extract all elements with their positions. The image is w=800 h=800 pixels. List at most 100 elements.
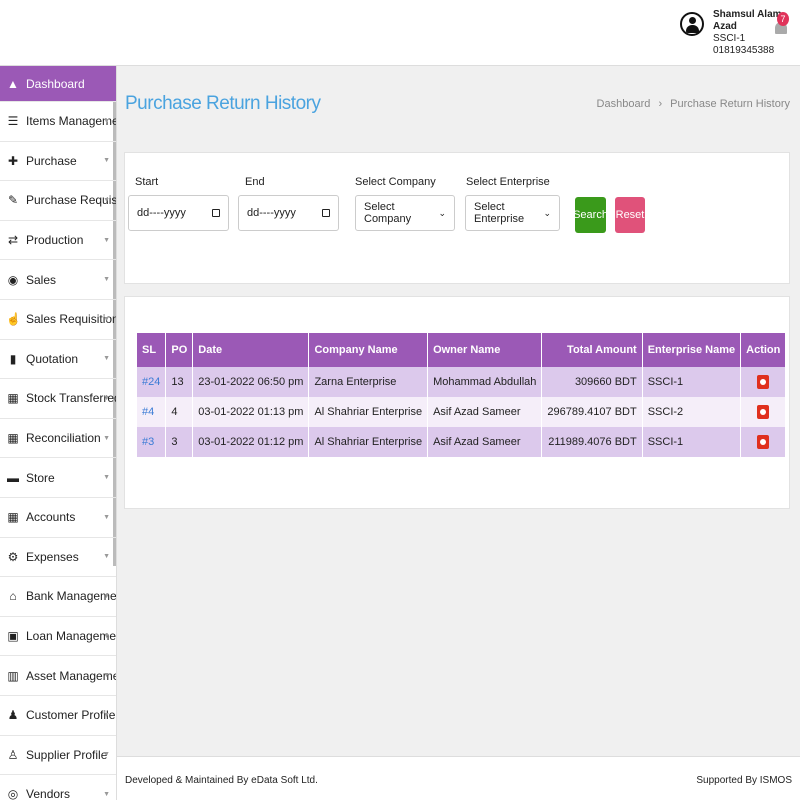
chevron-down-icon: ▼	[103, 592, 110, 600]
sidebar-item-purchase-requisition[interactable]: ✎Purchase Requisition▼	[0, 181, 116, 221]
end-label: End	[245, 176, 265, 188]
bank-icon: ⌂	[9, 589, 17, 604]
notification-bell-icon[interactable]: 7	[774, 12, 789, 38]
th-date[interactable]: Date	[192, 333, 310, 367]
calendar-icon[interactable]	[212, 209, 220, 217]
table-card: SL PO Date Company Name Owner Name Total…	[124, 296, 790, 509]
cell-action	[740, 397, 787, 427]
enterprise-select-value: Select Enterprise	[474, 201, 525, 225]
building-icon: ▥	[7, 668, 19, 683]
sidebar-item-vendors[interactable]: ◎ Vendors ▼	[0, 775, 116, 800]
user-outline-icon: ♙	[7, 747, 19, 762]
view-details-icon[interactable]	[757, 435, 770, 449]
calendar-icon[interactable]	[322, 209, 330, 217]
th-sl[interactable]: SL	[137, 333, 167, 367]
th-owner-name[interactable]: Owner Name	[427, 333, 543, 367]
chevron-down-icon: ▼	[103, 236, 110, 244]
search-button[interactable]: Search	[573, 197, 608, 233]
company-select[interactable]: Select Company ⌄	[355, 195, 455, 231]
cell-date: 23-01-2022 06:50 pm	[192, 367, 310, 397]
money-icon: ▣	[7, 629, 19, 644]
sidebar-item-label: Customer Profile	[26, 708, 116, 723]
sidebar-item-sales[interactable]: ◉ Sales ▼	[0, 260, 116, 300]
sidebar-item-expenses[interactable]: ⚙ Expenses ▼	[0, 538, 116, 578]
chevron-down-icon: ▼	[103, 751, 110, 759]
cell-owner-name: Asif Azad Sameer	[427, 397, 543, 427]
cell-date: 03-01-2022 01:12 pm	[192, 427, 310, 457]
th-enterprise-name[interactable]: Enterprise Name	[642, 333, 742, 367]
sidebar-item-quotation[interactable]: ▮ Quotation ▼	[0, 340, 116, 380]
enterprise-select[interactable]: Select Enterprise ⌄	[465, 195, 560, 231]
chevron-down-icon: ▼	[103, 117, 110, 125]
table-icon: ▦	[7, 431, 19, 446]
chevron-down-icon: ▼	[103, 474, 110, 482]
sidebar-item-stock-transferred[interactable]: ▦ Stock Transferred ▼	[0, 379, 116, 419]
cogs-icon: ⚙	[7, 549, 19, 564]
sidebar-item-label: Dashboard	[26, 76, 85, 91]
hand-pointer-icon: ☝	[6, 312, 21, 327]
table-icon: ▦	[7, 391, 19, 406]
cell-sl[interactable]: #4	[137, 397, 167, 427]
end-date-input[interactable]: dd----yyyy	[238, 195, 339, 231]
breadcrumb-home[interactable]: Dashboard	[597, 98, 651, 110]
cell-company-name: Al Shahriar Enterprise	[308, 427, 429, 457]
chevron-down-icon: ▼	[103, 394, 110, 402]
chevron-down-icon: ▼	[103, 196, 110, 204]
breadcrumb-current: Purchase Return History	[670, 98, 790, 110]
sidebar-item-dashboard[interactable]: ▲ Dashboard	[0, 66, 116, 102]
th-total-amount[interactable]: Total Amount	[541, 333, 643, 367]
vendor-icon: ◎	[7, 787, 19, 800]
chevron-down-icon: ▼	[103, 790, 110, 798]
user-phone: 01819345388	[713, 45, 775, 56]
cell-date: 03-01-2022 01:13 pm	[192, 397, 310, 427]
sidebar-item-items-management[interactable]: ☰Items Management▼	[0, 102, 116, 142]
th-po[interactable]: PO	[165, 333, 194, 367]
plus-square-icon: ✚	[7, 153, 19, 168]
sidebar-item-bank-management[interactable]: ⌂ Bank Management ▼	[0, 577, 116, 617]
th-company-name[interactable]: Company Name	[308, 333, 429, 367]
table-row: #24 13 23-01-2022 06:50 pm Zarna Enterprise…	[137, 367, 787, 397]
breadcrumb: Dashboard › Purchase Return History	[597, 98, 790, 110]
sidebar-item-accounts[interactable]: ▦ Accounts ▼	[0, 498, 116, 538]
sidebar-item-label: Store	[26, 470, 55, 485]
sidebar: ▲Dashboard☰Items Management▼✚Purchase▼✎P…	[0, 66, 117, 800]
sidebar-item-store[interactable]: ▬ Store ▼	[0, 458, 116, 498]
enterprise-label: Select Enterprise	[466, 176, 550, 188]
sidebar-item-production[interactable]: ⇄ Production ▼	[0, 221, 116, 261]
cell-company-name: Zarna Enterprise	[308, 367, 429, 397]
chevron-down-icon: ▼	[103, 513, 110, 521]
cell-sl[interactable]: #24	[137, 367, 167, 397]
page-title: Purchase Return History	[125, 93, 321, 114]
sidebar-item-loan-management[interactable]: ▣ Loan Management ▼	[0, 617, 116, 657]
start-date-input[interactable]: dd----yyyy	[128, 195, 229, 231]
sidebar-item-label: Purchase	[26, 153, 77, 168]
sidebar-item-supplier-profile[interactable]: ♙ Supplier Profile ▼	[0, 736, 116, 776]
sidebar-item-customer-profile[interactable]: ♟ Customer Profile ▼	[0, 696, 116, 736]
user-avatar-icon[interactable]	[680, 12, 704, 36]
breadcrumb-separator: ›	[658, 98, 663, 110]
chevron-down-icon: ▼	[103, 632, 110, 640]
sidebar-item-sales-requisition[interactable]: ☝ Sales Requisition ▼	[0, 300, 116, 340]
store-icon: ▬	[7, 470, 19, 485]
cell-sl[interactable]: #3	[137, 427, 167, 457]
cell-owner-name: Mohammad Abdullah	[427, 367, 543, 397]
sidebar-item-purchase[interactable]: ✚ Purchase ▼	[0, 142, 116, 182]
th-action: Action	[740, 333, 787, 367]
sidebar-item-asset-management[interactable]: ▥Asset Management▼	[0, 656, 116, 696]
view-details-icon[interactable]	[757, 405, 770, 419]
view-details-icon[interactable]	[757, 375, 770, 389]
chevron-down-icon: ▼	[103, 553, 110, 561]
cell-enterprise-name: SSCI-2	[642, 397, 742, 427]
chevron-down-icon: ⌄	[543, 207, 551, 218]
sidebar-item-label: Reconciliation	[26, 431, 101, 446]
sidebar-item-reconciliation[interactable]: ▦ Reconciliation ▼	[0, 419, 116, 459]
footer: Developed & Maintained By eData Soft Ltd…	[117, 756, 800, 800]
top-bar: Shamsul Alam Azad SSCI-1 01819345388 7	[0, 0, 800, 66]
start-label: Start	[135, 176, 159, 188]
sales-icon: ◉	[7, 272, 19, 287]
exchange-icon: ⇄	[7, 233, 19, 248]
file-icon: ▮	[9, 351, 17, 366]
calculator-icon: ▦	[7, 510, 19, 525]
chevron-down-icon: ▼	[103, 434, 110, 442]
reset-button[interactable]: Reset	[615, 197, 645, 233]
